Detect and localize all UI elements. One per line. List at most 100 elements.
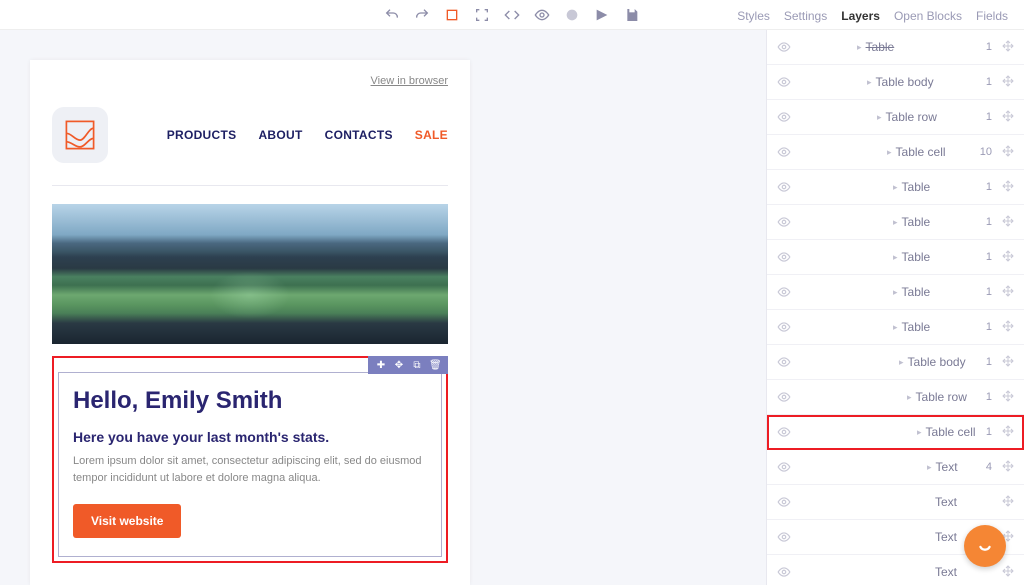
layer-label: ▸Table: [801, 320, 986, 334]
drag-icon[interactable]: [1002, 320, 1014, 335]
expand-icon[interactable]: ▸: [893, 252, 898, 263]
layer-label: ▸Table: [801, 215, 986, 229]
expand-icon[interactable]: ▸: [917, 427, 922, 438]
move-icon[interactable]: ✥: [393, 360, 405, 371]
expand-icon[interactable]: ▸: [893, 217, 898, 228]
undo-icon[interactable]: [383, 6, 401, 24]
layer-row[interactable]: ▸Table1: [767, 30, 1024, 65]
drag-icon[interactable]: [1002, 425, 1014, 440]
drag-icon[interactable]: [1002, 565, 1014, 580]
nav-sale[interactable]: SALE: [415, 128, 448, 142]
code-icon[interactable]: [503, 6, 521, 24]
layer-label: Text: [801, 495, 992, 509]
tab-fields[interactable]: Fields: [972, 7, 1012, 25]
save-icon[interactable]: [623, 6, 641, 24]
nav-links: PRODUCTS ABOUT CONTACTS SALE: [167, 128, 448, 142]
layer-row[interactable]: ▸Table body1: [767, 65, 1024, 100]
layer-row[interactable]: ▸Table cell1: [767, 415, 1024, 450]
visibility-icon[interactable]: [767, 250, 801, 264]
visibility-icon[interactable]: [767, 180, 801, 194]
visibility-icon[interactable]: [767, 495, 801, 509]
nav-about[interactable]: ABOUT: [258, 128, 302, 142]
drag-icon[interactable]: [1002, 285, 1014, 300]
layer-row[interactable]: ▸Text4: [767, 450, 1024, 485]
visibility-icon[interactable]: [767, 75, 801, 89]
drag-icon[interactable]: [1002, 110, 1014, 125]
drag-icon[interactable]: [1002, 215, 1014, 230]
drag-icon[interactable]: [1002, 390, 1014, 405]
card-title[interactable]: Hello, Emily Smith: [73, 387, 427, 415]
visibility-icon[interactable]: [767, 390, 801, 404]
visibility-icon[interactable]: [767, 285, 801, 299]
fullscreen-icon[interactable]: [473, 6, 491, 24]
tab-settings[interactable]: Settings: [780, 7, 831, 25]
cta-button[interactable]: Visit website: [73, 504, 181, 538]
tab-layers[interactable]: Layers: [837, 7, 884, 25]
drag-icon[interactable]: [1002, 460, 1014, 475]
expand-icon[interactable]: ▸: [887, 147, 892, 158]
logo: [52, 107, 108, 163]
visibility-icon[interactable]: [767, 565, 801, 579]
expand-icon[interactable]: ▸: [899, 357, 904, 368]
play-icon[interactable]: [593, 6, 611, 24]
card-subtitle[interactable]: Here you have your last month's stats.: [73, 429, 427, 445]
visibility-icon[interactable]: [767, 110, 801, 124]
eye-icon[interactable]: [533, 6, 551, 24]
drag-icon[interactable]: [1002, 250, 1014, 265]
visibility-icon[interactable]: [767, 460, 801, 474]
add-icon[interactable]: ✚: [375, 360, 387, 371]
layer-count: 1: [986, 356, 992, 368]
layer-row[interactable]: ▸Table row1: [767, 380, 1024, 415]
drag-icon[interactable]: [1002, 495, 1014, 510]
drag-icon[interactable]: [1002, 145, 1014, 160]
stop-icon[interactable]: [443, 6, 461, 24]
layer-label: ▸Table row: [801, 110, 986, 124]
view-in-browser-link[interactable]: View in browser: [52, 75, 448, 87]
expand-icon[interactable]: ▸: [907, 392, 912, 403]
expand-icon[interactable]: ▸: [893, 182, 898, 193]
expand-icon[interactable]: ▸: [893, 322, 898, 333]
layer-row[interactable]: ▸Table1: [767, 310, 1024, 345]
expand-icon[interactable]: ▸: [927, 462, 932, 473]
visibility-icon[interactable]: [767, 145, 801, 159]
delete-icon[interactable]: 🗑: [429, 360, 441, 371]
tab-open-blocks[interactable]: Open Blocks: [890, 7, 966, 25]
selected-block[interactable]: ✚ ✥ ⧉ 🗑 Hello, Emily Smith Here you have…: [52, 356, 448, 563]
layer-row[interactable]: Text: [767, 485, 1024, 520]
layer-label: ▸Table: [801, 250, 986, 264]
drag-icon[interactable]: [1002, 355, 1014, 370]
visibility-icon[interactable]: [767, 215, 801, 229]
expand-icon[interactable]: ▸: [893, 287, 898, 298]
layer-label: ▸Table body: [801, 75, 986, 89]
drag-icon[interactable]: [1002, 75, 1014, 90]
drag-icon[interactable]: [1002, 180, 1014, 195]
chat-bubble[interactable]: [964, 525, 1006, 567]
hero-image[interactable]: [52, 204, 448, 344]
layer-row[interactable]: ▸Table body1: [767, 345, 1024, 380]
email-canvas[interactable]: View in browser PRODUCTS ABOUT CONTACTS …: [30, 60, 470, 585]
layer-count: 10: [980, 146, 992, 158]
tab-styles[interactable]: Styles: [733, 7, 774, 25]
layer-row[interactable]: ▸Table1: [767, 240, 1024, 275]
layers-panel: ▸Table1▸Table body1▸Table row1▸Table cel…: [766, 30, 1024, 585]
visibility-icon[interactable]: [767, 355, 801, 369]
layer-row[interactable]: ▸Table1: [767, 205, 1024, 240]
layer-row[interactable]: ▸Table cell10: [767, 135, 1024, 170]
visibility-icon[interactable]: [767, 425, 801, 439]
layer-row[interactable]: ▸Table1: [767, 170, 1024, 205]
layer-row[interactable]: ▸Table row1: [767, 100, 1024, 135]
visibility-icon[interactable]: [767, 530, 801, 544]
layer-row[interactable]: ▸Table1: [767, 275, 1024, 310]
redo-icon[interactable]: [413, 6, 431, 24]
copy-icon[interactable]: ⧉: [411, 360, 423, 371]
drag-icon[interactable]: [1002, 40, 1014, 55]
visibility-icon[interactable]: [767, 40, 801, 54]
component-icon[interactable]: [563, 6, 581, 24]
expand-icon[interactable]: ▸: [877, 112, 882, 123]
visibility-icon[interactable]: [767, 320, 801, 334]
nav-products[interactable]: PRODUCTS: [167, 128, 237, 142]
card-body[interactable]: Lorem ipsum dolor sit amet, consectetur …: [73, 453, 427, 486]
expand-icon[interactable]: ▸: [857, 42, 862, 53]
nav-contacts[interactable]: CONTACTS: [325, 128, 393, 142]
expand-icon[interactable]: ▸: [867, 77, 872, 88]
